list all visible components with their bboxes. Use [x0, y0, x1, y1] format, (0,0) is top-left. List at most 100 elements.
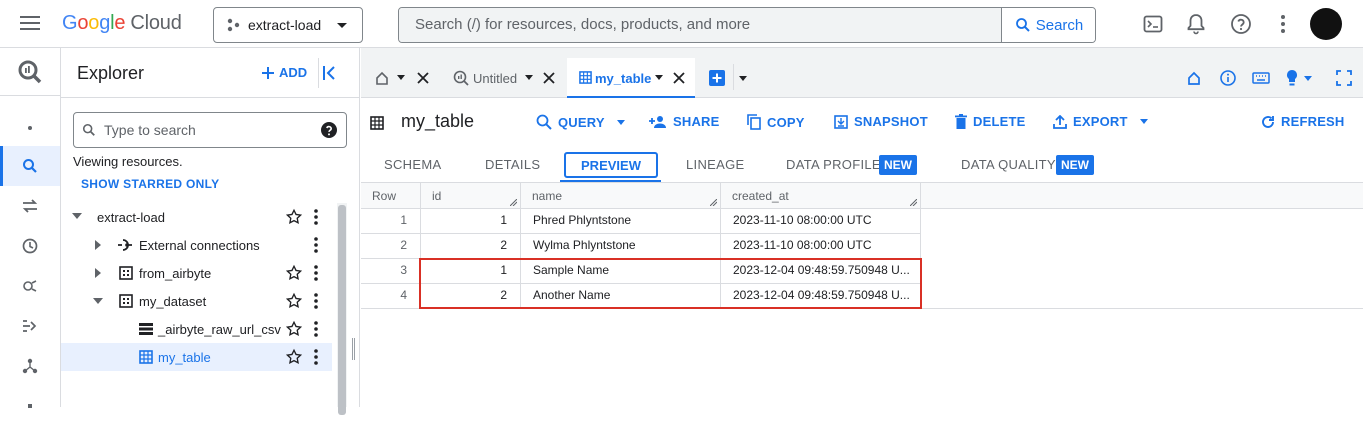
caret-down-icon[interactable]: [655, 75, 663, 80]
bigquery-logo-icon[interactable]: [0, 48, 61, 96]
copy-icon: [747, 114, 761, 130]
caret-down-icon[interactable]: [397, 75, 405, 80]
tab-label: Untitled: [473, 71, 518, 86]
tree-item-from-airbyte[interactable]: from_airbyte: [61, 259, 332, 287]
star-outline-icon[interactable]: [285, 348, 303, 366]
expand-right-icon[interactable]: [94, 239, 102, 251]
rail-overview-dot-icon[interactable]: [0, 108, 60, 148]
share-button[interactable]: SHARE: [649, 114, 720, 129]
expand-down-icon[interactable]: [71, 212, 83, 220]
rail-dataflow-icon[interactable]: [0, 306, 60, 346]
hamburger-menu-icon[interactable]: [20, 14, 40, 32]
collapse-panel-icon[interactable]: [319, 62, 341, 84]
home-icon: [376, 71, 388, 85]
rail-history-icon[interactable]: [0, 226, 60, 266]
show-starred-only-link[interactable]: SHOW STARRED ONLY: [81, 177, 219, 191]
kebab-menu-icon[interactable]: [313, 292, 319, 310]
cloud-shell-icon[interactable]: [1143, 14, 1163, 34]
export-button[interactable]: EXPORT: [1053, 114, 1148, 129]
kebab-menu-icon[interactable]: [313, 208, 319, 226]
rail-graph-icon[interactable]: [0, 346, 60, 386]
avatar[interactable]: [1310, 8, 1342, 40]
tab-untitled[interactable]: Untitled: [441, 58, 565, 98]
delete-button[interactable]: DELETE: [955, 114, 1025, 129]
cell-created-at[interactable]: 2023-11-10 08:00:00 UTC: [733, 208, 913, 233]
tree-item-airbyte-raw-url-csv[interactable]: _airbyte_raw_url_csv: [61, 315, 332, 343]
fullscreen-icon[interactable]: [1336, 70, 1352, 86]
explorer-scrollbar[interactable]: [337, 203, 347, 415]
caret-down-icon[interactable]: [525, 75, 533, 80]
close-icon[interactable]: [673, 72, 685, 84]
column-resize-icon[interactable]: [910, 199, 917, 206]
project-dots-icon: [227, 18, 240, 32]
kebab-menu-icon[interactable]: [313, 348, 319, 366]
star-outline-icon[interactable]: [285, 320, 303, 338]
rail-analytics-hub-icon[interactable]: [0, 266, 60, 306]
new-tab-plus-icon[interactable]: [709, 70, 725, 86]
project-picker[interactable]: extract-load: [213, 7, 363, 43]
tree-item-external-connections[interactable]: External connections: [61, 231, 332, 259]
cell-id[interactable]: 1: [420, 208, 507, 233]
column-resize-icon[interactable]: [710, 199, 717, 206]
resize-handle[interactable]: [352, 338, 355, 360]
help-icon[interactable]: [1230, 13, 1252, 35]
caret-down-icon[interactable]: [739, 76, 747, 81]
info-icon[interactable]: [1220, 70, 1236, 86]
cell-name[interactable]: Wylma Phlyntstone: [533, 233, 713, 258]
search-input[interactable]: Search (/) for resources, docs, products…: [399, 8, 1001, 42]
rail-transfers-icon[interactable]: [0, 186, 60, 226]
explorer-title: Explorer: [77, 63, 145, 83]
scrollbar-thumb[interactable]: [338, 205, 346, 415]
copy-button[interactable]: COPY: [747, 114, 805, 130]
column-header-row[interactable]: Row: [372, 183, 396, 209]
star-outline-icon[interactable]: [285, 208, 303, 226]
cell-id[interactable]: 2: [420, 233, 507, 258]
close-icon[interactable]: [543, 72, 555, 84]
dataset-icon: [119, 266, 133, 280]
refresh-button[interactable]: REFRESH: [1261, 114, 1345, 129]
expand-right-icon[interactable]: [94, 267, 102, 279]
query-button[interactable]: QUERY: [536, 114, 625, 130]
caret-down-icon[interactable]: [1304, 76, 1312, 81]
search-button[interactable]: Search: [1001, 8, 1095, 42]
tab-lineage[interactable]: LINEAGE: [686, 157, 744, 172]
tab-data-quality[interactable]: DATA QUALITY: [961, 157, 1056, 172]
kebab-menu-icon[interactable]: [313, 236, 319, 254]
star-outline-icon[interactable]: [285, 264, 303, 282]
kebab-menu-icon[interactable]: [313, 264, 319, 282]
tab-data-profile[interactable]: DATA PROFILE: [786, 157, 881, 172]
close-icon[interactable]: [417, 72, 429, 84]
tree-item-project[interactable]: extract-load: [61, 203, 332, 231]
tree-item-my-dataset[interactable]: my_dataset: [61, 287, 332, 315]
keyboard-icon[interactable]: [1252, 72, 1270, 84]
column-resize-icon[interactable]: [510, 199, 517, 206]
table-title: my_table: [401, 111, 475, 131]
lightbulb-icon[interactable]: [1285, 69, 1299, 87]
expand-down-icon[interactable]: [92, 297, 104, 305]
snapshot-button[interactable]: SNAPSHOT: [834, 114, 928, 129]
star-outline-icon[interactable]: [285, 292, 303, 310]
home-icon[interactable]: [1187, 71, 1201, 85]
column-header-id[interactable]: id: [432, 183, 441, 209]
kebab-menu-icon[interactable]: [313, 320, 319, 338]
tab-my-table[interactable]: my_table: [567, 58, 695, 98]
notifications-bell-icon[interactable]: [1186, 13, 1206, 35]
tree-item-my-table[interactable]: my_table: [61, 343, 332, 371]
column-header-name[interactable]: name: [532, 183, 562, 209]
tab-details[interactable]: DETAILS: [485, 157, 540, 172]
tab-home[interactable]: [361, 58, 441, 98]
tab-schema[interactable]: SCHEMA: [384, 157, 441, 172]
global-search[interactable]: Search (/) for resources, docs, products…: [398, 7, 1096, 43]
rail-search-icon[interactable]: [0, 146, 60, 186]
help-circle-icon[interactable]: [320, 121, 338, 139]
rail-more-icon[interactable]: [0, 386, 60, 426]
tab-preview[interactable]: PREVIEW: [564, 152, 658, 178]
cell-created-at[interactable]: 2023-11-10 08:00:00 UTC: [733, 233, 913, 258]
cell-name[interactable]: Phred Phlyntstone: [533, 208, 713, 233]
more-options-icon[interactable]: [1280, 14, 1286, 34]
explorer-search-input[interactable]: Type to search: [73, 112, 347, 148]
add-button[interactable]: ADD: [261, 65, 307, 80]
google-cloud-logo[interactable]: Google Cloud: [62, 12, 182, 35]
column-header-created-at[interactable]: created_at: [732, 183, 789, 209]
table-icon: [139, 323, 153, 335]
